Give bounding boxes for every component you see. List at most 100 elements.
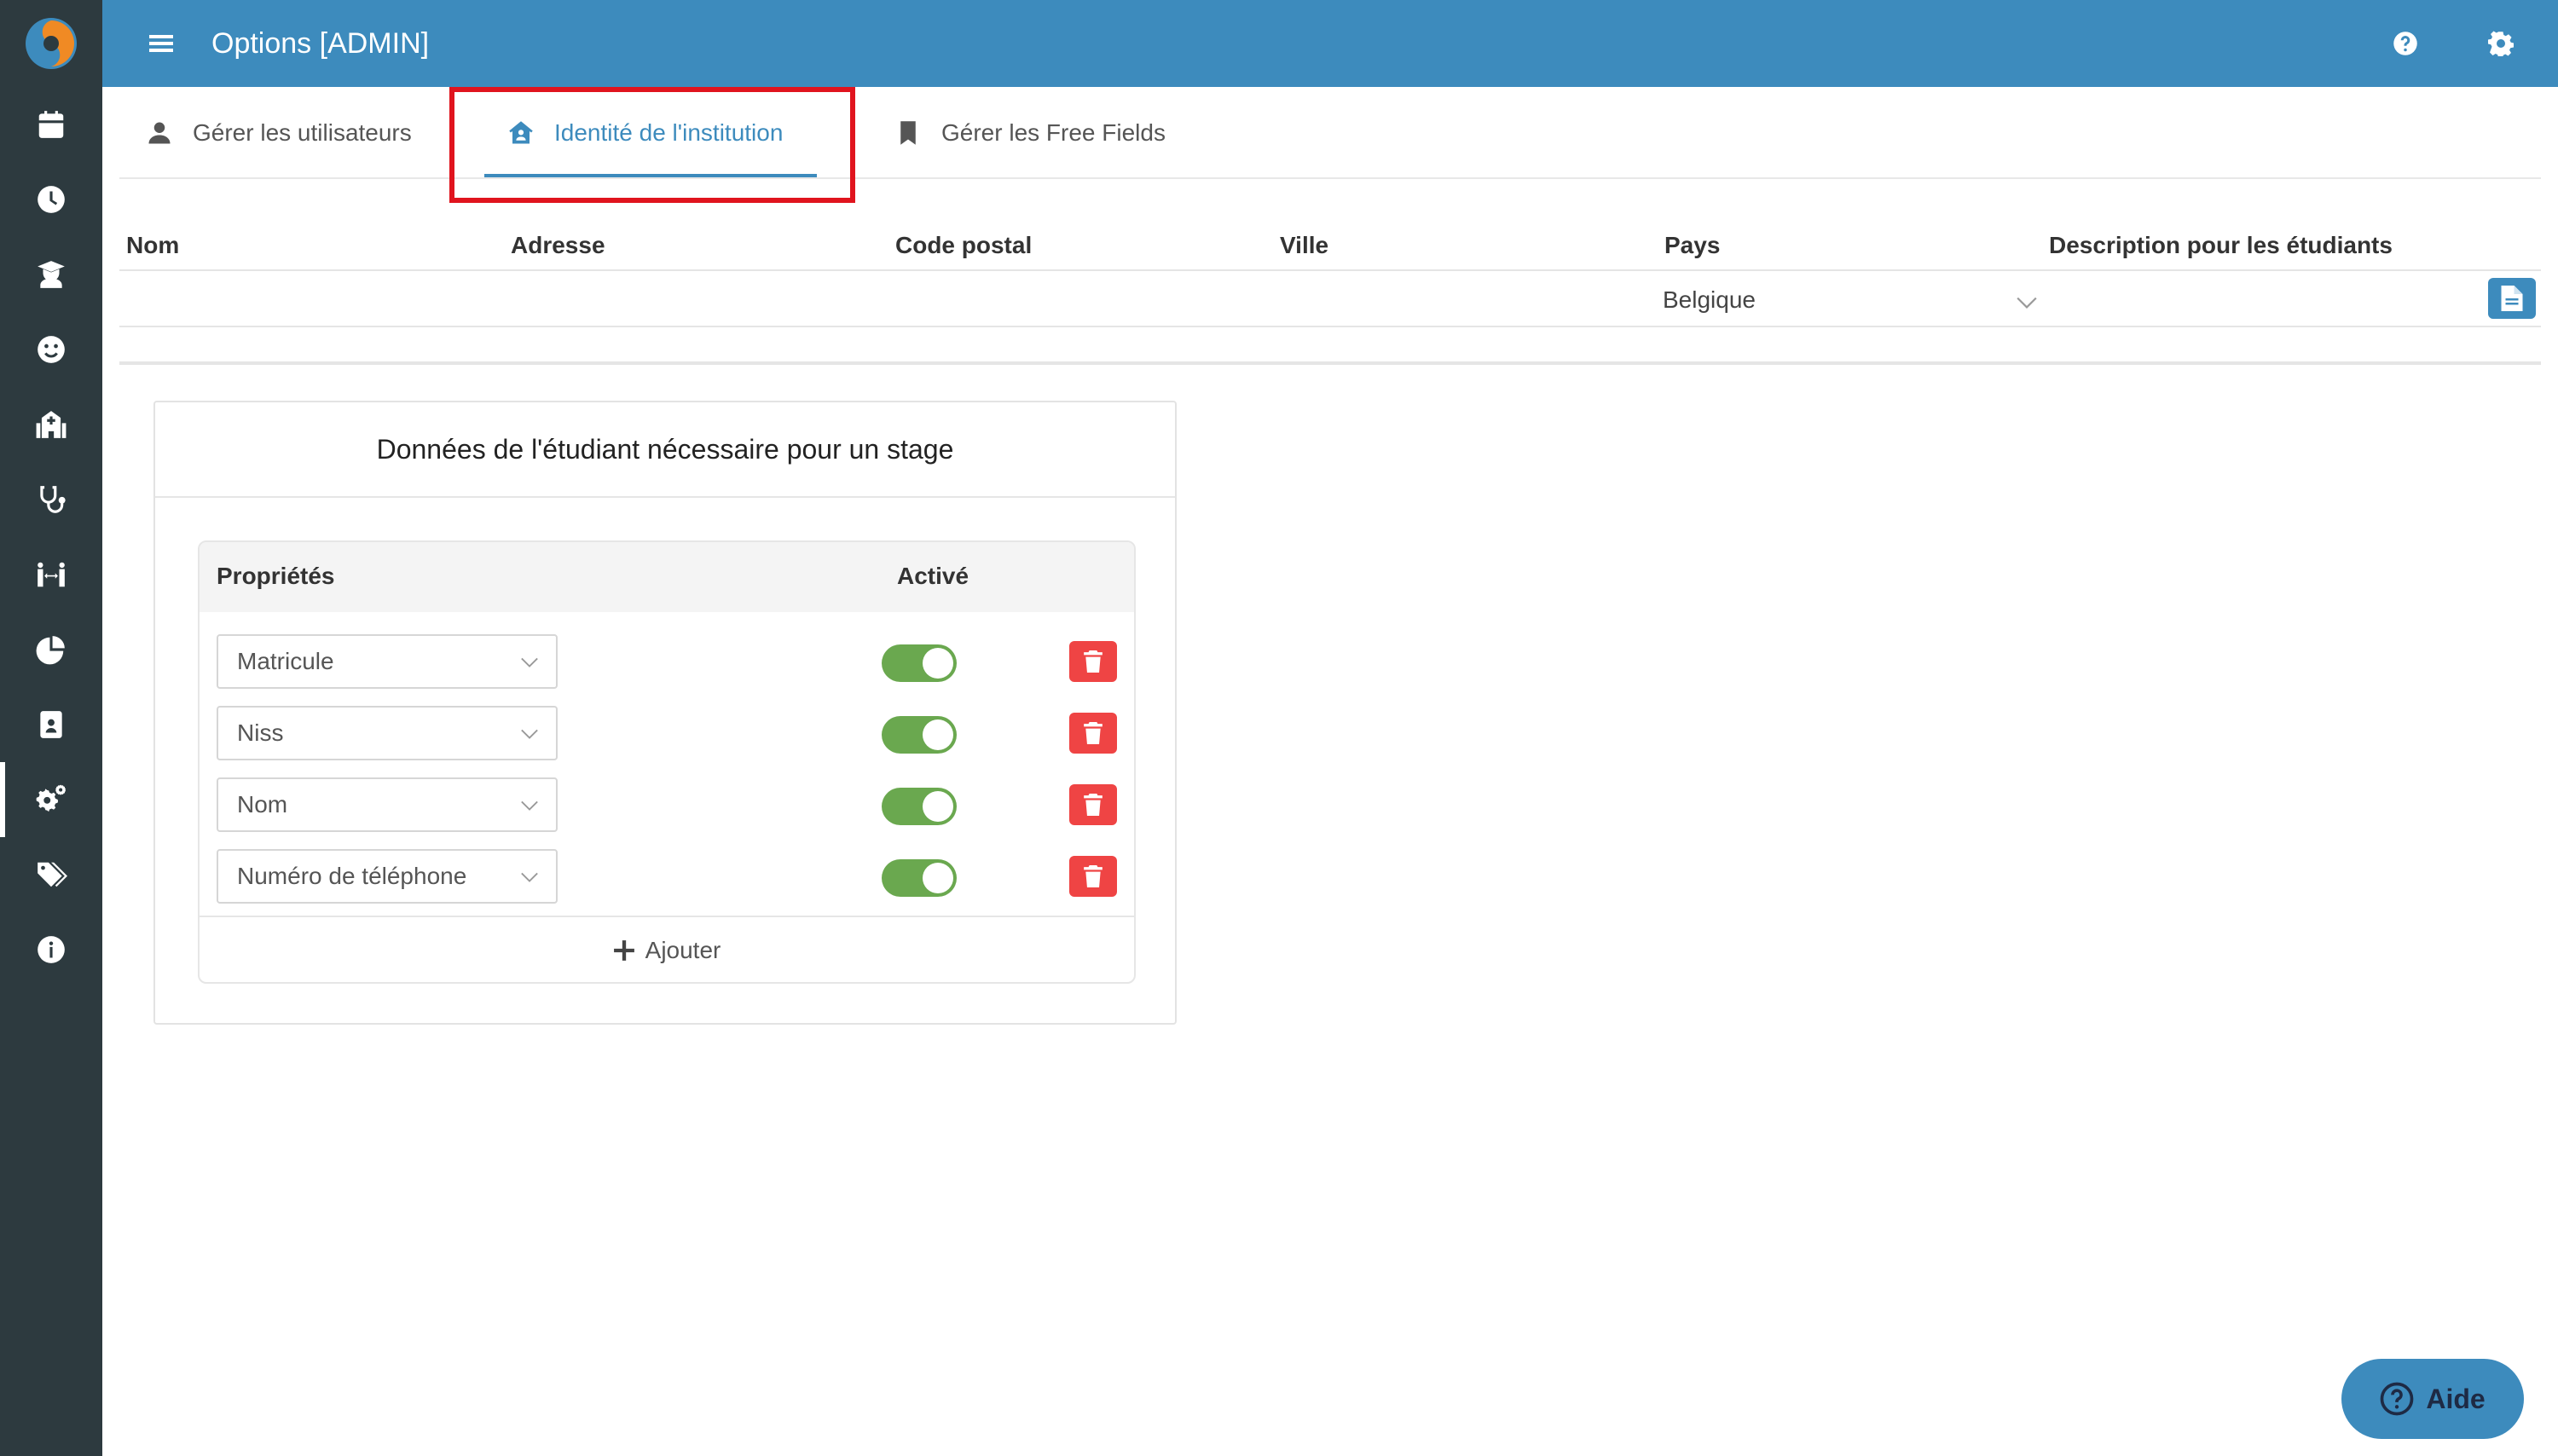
- sidebar-item-stethoscope[interactable]: [0, 462, 102, 537]
- sidebar-item-smile[interactable]: [0, 312, 102, 387]
- delete-button[interactable]: [1069, 641, 1117, 682]
- question-circle-icon: [2393, 32, 2417, 55]
- top-bar: Options [ADMIN]: [102, 0, 2558, 87]
- ville-input[interactable]: [1280, 286, 1638, 321]
- property-select[interactable]: Matricule: [217, 634, 558, 689]
- chevron-down-icon: [521, 800, 538, 811]
- sidebar-item-statistics[interactable]: [0, 612, 102, 687]
- sidebar-item-clock[interactable]: [0, 162, 102, 237]
- header-active: Activé: [897, 563, 969, 589]
- aide-label: Aide: [2426, 1383, 2486, 1414]
- property-select[interactable]: Nom: [217, 777, 558, 832]
- active-toggle[interactable]: [882, 859, 957, 897]
- row-divider: [119, 326, 2541, 327]
- sidebar-item-id-badge[interactable]: [0, 687, 102, 762]
- graduate-icon: [38, 261, 65, 288]
- property-row: Numéro de téléphone: [200, 839, 1134, 910]
- pays-selected-value: Belgique: [1663, 286, 1756, 313]
- sidebar-item-tags[interactable]: [0, 837, 102, 912]
- active-toggle[interactable]: [882, 788, 957, 825]
- tab-label: Gérer les Free Fields: [941, 119, 1166, 146]
- column-header-pays: Pays: [1664, 232, 1721, 258]
- hamburger-menu-icon: [149, 35, 173, 52]
- sidebar-item-calendar[interactable]: [0, 87, 102, 162]
- hospital-icon: [36, 411, 67, 438]
- header-properties: Propriétés: [217, 563, 335, 589]
- gear-icon: [2488, 31, 2514, 56]
- card-title: Données de l'étudiant nécessaire pour un…: [155, 402, 1175, 498]
- active-toggle[interactable]: [882, 716, 957, 754]
- column-header-code-postal: Code postal: [895, 232, 1033, 258]
- app-logo[interactable]: [0, 0, 102, 87]
- column-header-ville: Ville: [1280, 232, 1329, 258]
- help-button[interactable]: [2384, 22, 2427, 65]
- chevron-down-icon: [521, 657, 538, 667]
- property-row: Nom: [200, 767, 1134, 839]
- plus-icon: [613, 940, 634, 961]
- property-value: Matricule: [237, 648, 334, 674]
- add-label: Ajouter: [645, 937, 721, 963]
- add-property-button[interactable]: Ajouter: [200, 916, 1134, 982]
- clock-icon: [38, 186, 65, 213]
- sidebar-item-people-arrows[interactable]: [0, 537, 102, 612]
- bookmark-icon: [900, 121, 916, 145]
- header-divider: [119, 269, 2541, 271]
- calendar-icon: [38, 111, 64, 138]
- column-header-nom: Nom: [126, 232, 180, 258]
- properties-table-header: Propriétés Activé: [200, 542, 1134, 612]
- trash-icon: [1084, 722, 1102, 744]
- tab-label: Gérer les utilisateurs: [193, 119, 412, 146]
- property-row: Niss: [200, 696, 1134, 767]
- adresse-input[interactable]: [511, 286, 869, 321]
- active-toggle[interactable]: [882, 644, 957, 682]
- property-select[interactable]: Niss: [217, 706, 558, 760]
- grid-bottom-border: [119, 361, 2541, 365]
- stethoscope-icon: [40, 486, 66, 513]
- delete-button[interactable]: [1069, 856, 1117, 897]
- gears-icon: [36, 784, 67, 812]
- trash-icon: [1084, 650, 1102, 673]
- tags-icon: [38, 862, 67, 887]
- sidebar-item-graduate[interactable]: [0, 237, 102, 312]
- chevron-down-icon: [521, 872, 538, 882]
- column-header-adresse: Adresse: [511, 232, 605, 258]
- property-value: Numéro de téléphone: [237, 863, 467, 889]
- highlight-annotation: [449, 87, 855, 203]
- property-select[interactable]: Numéro de téléphone: [217, 849, 558, 904]
- trash-icon: [1084, 865, 1102, 887]
- smile-icon: [38, 336, 65, 363]
- aide-help-button[interactable]: Aide: [2341, 1359, 2524, 1439]
- property-row: Matricule: [200, 624, 1134, 696]
- description-input[interactable]: [2049, 286, 2458, 321]
- sidebar-item-info[interactable]: [0, 912, 102, 987]
- delete-button[interactable]: [1069, 784, 1117, 825]
- user-icon: [148, 122, 171, 144]
- sidebar: [0, 0, 102, 1456]
- code-postal-input[interactable]: [895, 286, 1253, 321]
- sidebar-item-hospital[interactable]: [0, 387, 102, 462]
- people-arrows-icon: [38, 562, 65, 587]
- property-value: Niss: [237, 719, 284, 746]
- question-circle-icon: [2380, 1382, 2414, 1416]
- id-badge-icon: [40, 711, 62, 738]
- settings-button[interactable]: [2480, 22, 2522, 65]
- sidebar-item-settings[interactable]: [0, 762, 102, 837]
- menu-toggle-button[interactable]: [140, 22, 182, 65]
- delete-button[interactable]: [1069, 713, 1117, 754]
- info-icon: [38, 936, 65, 963]
- chevron-down-icon: [2017, 297, 2037, 309]
- pays-select[interactable]: Belgique: [1663, 286, 2038, 321]
- tab-free-fields[interactable]: Gérer les Free Fields: [895, 87, 1166, 179]
- page-title: Options [ADMIN]: [211, 27, 430, 60]
- chevron-down-icon: [521, 729, 538, 739]
- properties-table: Propriétés Activé Matricule Niss Nom Num…: [198, 540, 1136, 984]
- logo-icon: [26, 18, 77, 69]
- tab-manage-users[interactable]: Gérer les utilisateurs: [147, 87, 412, 179]
- pie-chart-icon: [36, 636, 65, 665]
- property-value: Nom: [237, 791, 288, 818]
- file-icon: [2501, 286, 2523, 311]
- student-data-card: Données de l'étudiant nécessaire pour un…: [153, 401, 1177, 1025]
- save-document-button[interactable]: [2488, 278, 2536, 319]
- nom-input[interactable]: [126, 286, 484, 321]
- trash-icon: [1084, 794, 1102, 816]
